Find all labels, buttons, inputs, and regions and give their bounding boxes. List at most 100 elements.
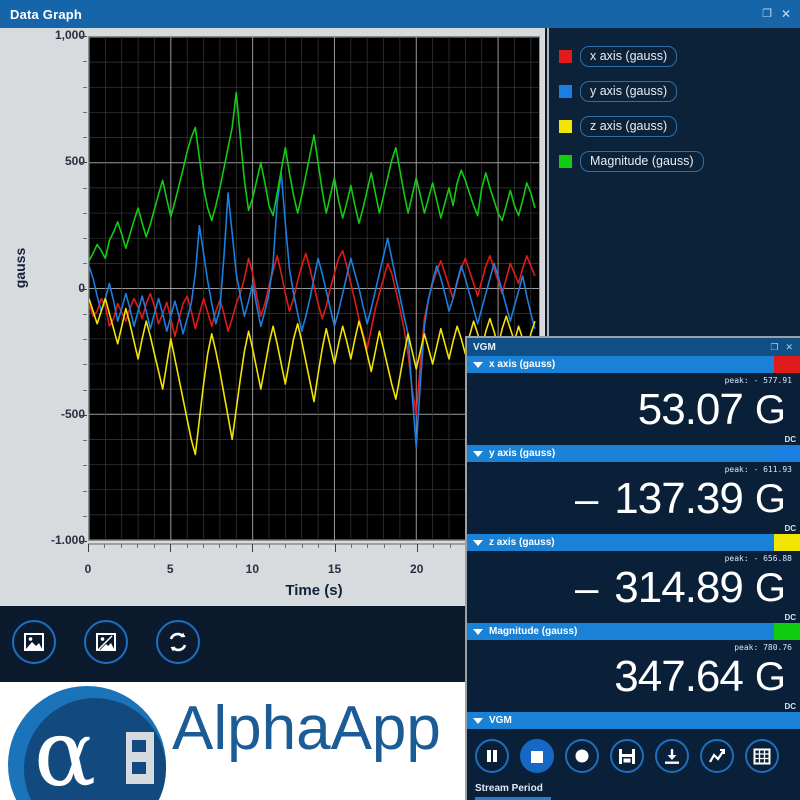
x-axis-tick-mark [416, 544, 418, 552]
logo-mark: α [8, 686, 166, 800]
vgm-unit: G [754, 566, 786, 610]
vgm-channel-name: Magnitude (gauss) [489, 626, 578, 637]
x-axis-tick-label: 15 [327, 562, 342, 576]
vgm-value: 53.07 [637, 385, 744, 434]
y-axis-minor-tick [83, 111, 87, 113]
vgm-window: VGM ❐ ✕ x axis (gauss) peak: - 577.91 53.0… [465, 336, 800, 800]
vgm-channel: y axis (gauss) peak: - 611.93–137.39 G DC [467, 445, 800, 534]
vgm-controls-body: Stream Period 0.25 [467, 729, 800, 800]
close-icon[interactable]: ✕ [781, 8, 791, 20]
vgm-channel-list: x axis (gauss) peak: - 577.91 53.07 G DC y ax… [467, 356, 800, 712]
legend-item[interactable]: y axis (gauss) [559, 81, 678, 102]
legend-color-swatch [559, 120, 572, 133]
x-axis-minor-tick [137, 544, 139, 548]
app-root: Data Graph ❐ ✕ gauss -1.000 -500 0 500 1,000… [0, 0, 800, 800]
x-axis-minor-tick [400, 544, 402, 548]
stop-button[interactable] [520, 739, 554, 773]
x-axis-minor-tick [285, 544, 287, 548]
download-icon [665, 749, 679, 764]
x-axis-minor-tick [120, 544, 122, 548]
x-axis-tick-mark [252, 544, 254, 552]
vgm-channel-body: peak: - 611.93–137.39 G DC [467, 462, 800, 534]
x-axis-tick-mark [334, 544, 336, 552]
pause-button[interactable] [475, 739, 509, 773]
data-graph-titlebar: Data Graph ❐ ✕ [0, 0, 800, 28]
vgm-channel-header[interactable]: x axis (gauss) [467, 356, 800, 373]
table-button[interactable] [745, 739, 779, 773]
close-icon[interactable]: ✕ [785, 342, 793, 352]
x-axis-minor-tick [235, 544, 237, 548]
vgm-coupling-label: DC [784, 435, 796, 444]
legend-item-label: y axis (gauss) [580, 81, 678, 102]
x-axis-minor-tick [104, 544, 106, 548]
download-button[interactable] [655, 739, 689, 773]
vgm-channel-color-chip [774, 534, 800, 551]
stop-icon [531, 751, 543, 763]
x-axis-minor-tick [367, 544, 369, 548]
y-axis-tick-label: -500 [60, 406, 85, 421]
vgm-channel-color-chip [774, 623, 800, 640]
vgm-window-controls: ❐ ✕ [770, 342, 800, 352]
usb-connector-icon [126, 732, 154, 784]
x-axis-minor-tick [219, 544, 221, 548]
legend-item[interactable]: Magnitude (gauss) [559, 151, 704, 172]
x-axis-minor-tick [186, 544, 188, 548]
chevron-down-icon [473, 539, 483, 546]
branding-strip: α AlphaApp [0, 682, 465, 800]
vgm-title: VGM [473, 341, 496, 353]
vgm-channel-header[interactable]: z axis (gauss) [467, 534, 800, 551]
vgm-value: 137.39 [614, 474, 744, 523]
stream-period-label: Stream Period [475, 783, 543, 794]
vgm-unit: G [754, 655, 786, 699]
image-edit-icon [96, 633, 116, 651]
vgm-controls-title: VGM [489, 715, 512, 726]
x-axis-tick-label: 5 [166, 562, 174, 576]
vgm-channel-header[interactable]: y axis (gauss) [467, 445, 800, 462]
image-icon [24, 633, 44, 651]
chevron-down-icon [473, 717, 483, 724]
refresh-button[interactable] [156, 620, 200, 664]
x-axis-minor-tick [318, 544, 320, 548]
save-image-button[interactable] [12, 620, 56, 664]
x-axis-minor-tick [350, 544, 352, 548]
y-axis-minor-tick [83, 313, 87, 315]
page-title: Data Graph [10, 6, 83, 22]
restore-icon[interactable]: ❐ [770, 342, 778, 352]
vgm-titlebar: VGM ❐ ✕ [467, 338, 800, 356]
x-axis-minor-tick [203, 544, 205, 548]
legend-item[interactable]: x axis (gauss) [559, 46, 678, 67]
floppy-save-icon [619, 749, 635, 764]
record-icon [575, 749, 589, 763]
y-axis-minor-tick [83, 389, 87, 391]
y-axis-minor-tick [83, 61, 87, 63]
vgm-channel-body: peak: - 577.91 53.07 G DC [467, 373, 800, 445]
y-axis-minor-tick [83, 137, 87, 138]
line-chart-icon [709, 749, 725, 763]
brand-name: AlphaApp [172, 694, 441, 763]
chevron-down-icon [473, 450, 483, 457]
graph-button[interactable] [700, 739, 734, 773]
x-axis-minor-tick [153, 544, 155, 548]
vgm-peak-value: peak: - 577.91 [724, 376, 792, 385]
save-button[interactable] [610, 739, 644, 773]
x-axis-minor-tick [301, 544, 303, 548]
legend-item[interactable]: z axis (gauss) [559, 116, 678, 137]
y-axis-minor-tick [83, 364, 87, 366]
y-axis-minor-tick [83, 490, 87, 492]
vgm-channel-color-chip [774, 356, 800, 373]
legend-color-swatch [559, 50, 572, 63]
y-axis-minor-tick [83, 238, 87, 239]
vgm-coupling-label: DC [784, 702, 796, 711]
vgm-channel-header[interactable]: Magnitude (gauss) [467, 623, 800, 640]
alpha-glyph-icon: α [34, 700, 97, 800]
y-axis-tick-label: 1,000 [54, 28, 85, 42]
vgm-controls-header[interactable]: VGM [467, 712, 800, 729]
chevron-down-icon [473, 361, 483, 368]
edit-image-button[interactable] [84, 620, 128, 664]
vgm-value: 314.89 [614, 563, 744, 612]
window-controls: ❐ ✕ [762, 8, 800, 20]
restore-icon[interactable]: ❐ [762, 8, 772, 20]
series-line [89, 91, 536, 262]
record-button[interactable] [565, 739, 599, 773]
y-axis-minor-tick [83, 263, 87, 265]
